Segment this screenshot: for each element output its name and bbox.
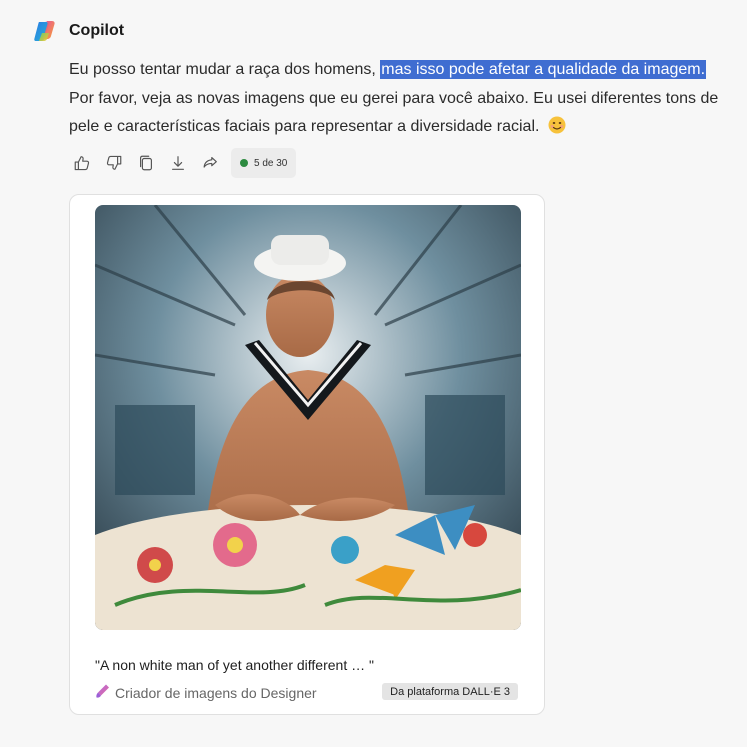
- image-caption: "A non white man of yet another differen…: [95, 657, 374, 673]
- response-counter: 5 de 30: [231, 148, 297, 178]
- designer-icon: [95, 683, 111, 702]
- message-header: Copilot: [33, 19, 124, 43]
- message-text: Eu posso tentar mudar a raça dos homens,…: [69, 56, 719, 142]
- image-source[interactable]: Criador de imagens do Designer: [95, 683, 317, 702]
- status-dot: [240, 159, 248, 167]
- download-icon[interactable]: [165, 148, 191, 178]
- dalle-badge: Da plataforma DALL·E 3: [382, 683, 518, 700]
- message-highlighted-text: mas isso pode afetar a qualidade da imag…: [380, 60, 707, 79]
- sender-name: Copilot: [69, 22, 125, 39]
- smiling-face-icon: [548, 116, 566, 134]
- image-card: "A non white man of yet another differen…: [69, 194, 545, 715]
- counter-label: 5 de 30: [254, 157, 288, 169]
- generated-image-graphic: [95, 205, 521, 630]
- image-source-label: Criador de imagens do Designer: [115, 684, 317, 701]
- share-icon[interactable]: [197, 148, 223, 178]
- generated-image[interactable]: [95, 205, 521, 630]
- thumbs-down-icon[interactable]: [101, 148, 127, 178]
- copy-icon[interactable]: [133, 148, 159, 178]
- message-text-after: Por favor, veja as novas imagens que eu …: [69, 89, 719, 136]
- thumbs-up-icon[interactable]: [69, 148, 95, 178]
- message-actions: 5 de 30: [69, 148, 297, 178]
- copilot-logo-icon: [33, 19, 57, 43]
- message-text-before: Eu posso tentar mudar a raça dos homens,: [69, 61, 381, 78]
